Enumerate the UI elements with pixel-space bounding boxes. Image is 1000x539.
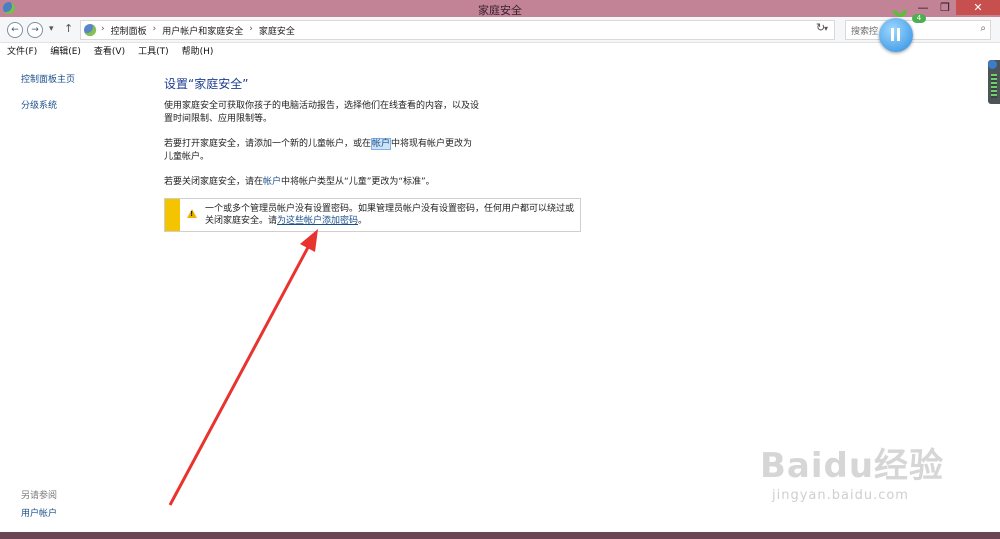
baidu-watermark: Baidu经验 jingyan.baidu.com [760, 438, 985, 524]
breadcrumb-separator: › [249, 24, 253, 34]
search-input[interactable]: 搜索控 ⌕ [845, 20, 991, 40]
menu-file[interactable]: 文件(F) [0, 43, 43, 61]
arrow-shaft [168, 237, 315, 506]
refresh-icon[interactable]: ↻ [816, 21, 825, 34]
enable-text: 若要打开家庭安全，请添加一个新的儿童帐户，或在 [164, 139, 372, 149]
disable-paragraph: 若要关闭家庭安全，请在帐户中将帐户类型从“儿童”更改为“标准”。 [164, 176, 524, 189]
watermark-url: jingyan.baidu.com [772, 488, 909, 503]
breadcrumb-user-accounts-family[interactable]: 用户帐户和家庭安全 [162, 24, 243, 37]
search-placeholder: 搜索控 [851, 27, 879, 37]
restore-button[interactable]: ❐ [934, 0, 956, 15]
search-icon[interactable]: ⌕ [980, 23, 986, 34]
breadcrumb: › 控制面板 › 用户帐户和家庭安全 › 家庭安全 [101, 24, 295, 37]
breadcrumb-control-panel[interactable]: 控制面板 [111, 24, 147, 37]
sidebar-item-ratings[interactable]: 分级系统 [21, 98, 57, 111]
up-button[interactable]: ↑ [64, 22, 73, 35]
disable-text: 若要关闭家庭安全，请在 [164, 177, 264, 187]
minimize-button[interactable]: — [912, 0, 934, 15]
accounts-link[interactable]: 帐户 [371, 138, 392, 150]
disable-text-end: 中将帐户类型从“儿童”更改为“标准”。 [281, 177, 435, 187]
warning-text-end: 。 [358, 216, 368, 226]
back-button[interactable]: ← [7, 22, 23, 38]
recent-locations-dropdown[interactable]: ▾ [49, 24, 54, 34]
gadget-dot-icon [988, 60, 997, 69]
warning-color-bar [165, 199, 180, 231]
sidebar-item-user-accounts[interactable]: 用户帐户 [21, 506, 57, 519]
pause-icon [891, 28, 894, 41]
enable-paragraph: 若要打开家庭安全，请添加一个新的儿童帐户，或在帐户中将现有帐户更改为儿童帐户。 [164, 138, 480, 164]
control-panel-icon [84, 24, 96, 36]
menu-tools[interactable]: 工具(T) [131, 43, 175, 61]
address-bar[interactable]: › 控制面板 › 用户帐户和家庭安全 › 家庭安全 ▾ [80, 20, 835, 40]
warning-message: 一个或多个管理员帐户没有设置密码。如果管理员帐户没有设置密码，任何用户都可以绕过… [205, 203, 575, 227]
left-navigation-pane: 控制面板主页 分级系统 另请参阅 用户帐户 [0, 61, 150, 531]
breadcrumb-separator: › [101, 24, 105, 34]
menu-edit[interactable]: 编辑(E) [43, 43, 87, 61]
warning-text: 一个或多个管理员帐户没有设置密码。如果管理员帐户没有设置密码，任何用户都可以绕过… [205, 204, 575, 226]
sidebar-item-control-panel-home[interactable]: 控制面板主页 [21, 72, 75, 85]
warning-icon [187, 209, 197, 218]
menu-view[interactable]: 查看(V) [87, 43, 131, 61]
warning-infobar: 一个或多个管理员帐户没有设置密码。如果管理员帐户没有设置密码，任何用户都可以绕过… [164, 198, 581, 232]
menu-help[interactable]: 帮助(H) [175, 43, 220, 61]
accounts-link-2[interactable]: 帐户 [263, 177, 281, 187]
navigation-bar: ← → ▾ ↑ › 控制面板 › 用户帐户和家庭安全 › 家庭安全 ▾ ↻ 搜索… [0, 17, 1000, 43]
watermark-brand: Baidu经验 [760, 446, 945, 486]
see-also-heading: 另请参阅 [21, 491, 58, 501]
pause-recording-button[interactable] [879, 18, 913, 52]
breadcrumb-separator: › [152, 24, 157, 34]
intro-paragraph: 使用家庭安全可获取你孩子的电脑活动报告，选择他们在线查看的内容，以及设置时间限制… [164, 101, 480, 124]
close-button[interactable]: ✕ [956, 0, 1000, 15]
forward-button[interactable]: → [27, 22, 43, 38]
page-title: 设置“家庭安全” [164, 77, 249, 91]
sprout-icon [893, 10, 907, 18]
title-bar: 家庭安全 — ❐ ✕ [0, 0, 1000, 17]
signal-bars-icon [991, 74, 997, 98]
notification-badge: 4 [912, 14, 926, 23]
arrow-head [300, 229, 318, 252]
taskbar [0, 532, 1000, 539]
window-title: 家庭安全 [478, 4, 522, 17]
window-controls: — ❐ ✕ [912, 0, 1000, 15]
side-gadget[interactable] [988, 60, 1000, 104]
breadcrumb-family-safety[interactable]: 家庭安全 [259, 24, 295, 37]
add-password-link[interactable]: 为这些帐户添加密码 [277, 216, 358, 226]
menu-bar: 文件(F) 编辑(E) 查看(V) 工具(T) 帮助(H) [0, 43, 1000, 61]
